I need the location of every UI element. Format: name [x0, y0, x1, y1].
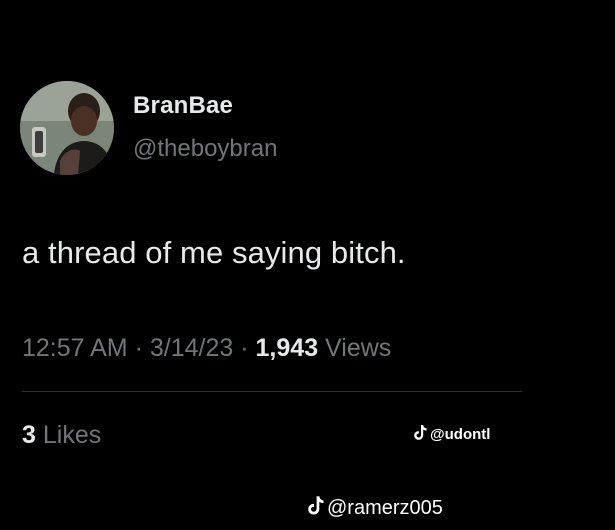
watermark-large: @ramerz005: [308, 496, 443, 521]
avatar[interactable]: [20, 81, 114, 175]
meta-separator: ·: [240, 334, 249, 362]
tiktok-icon: [414, 425, 427, 444]
profile-photo-icon: [20, 81, 114, 175]
likes-label: Likes: [42, 421, 102, 449]
watermark-small-text: @udontl: [430, 426, 491, 443]
divider: [22, 391, 522, 392]
watermark-small: @udontl: [414, 425, 490, 444]
views-label: Views: [325, 334, 392, 362]
meta-separator: ·: [134, 334, 143, 362]
author-handle[interactable]: @theboybran: [133, 135, 277, 163]
views-count: 1,943: [255, 334, 319, 362]
tweet-text: a thread of me saying bitch.: [22, 235, 406, 270]
likes-count: 3: [22, 421, 36, 449]
tiktok-icon: [308, 496, 324, 521]
tweet-meta: 12:57 AM · 3/14/23 · 1,943 Views: [22, 334, 391, 363]
likes-link[interactable]: 3 Likes: [22, 421, 101, 450]
watermark-large-text: @ramerz005: [327, 497, 443, 519]
tweet-time[interactable]: 12:57 AM: [22, 334, 128, 362]
author-display-name[interactable]: BranBae: [133, 92, 233, 120]
tweet-date[interactable]: 3/14/23: [150, 334, 233, 362]
tweet-card: BranBae @theboybran a thread of me sayin…: [0, 0, 615, 530]
